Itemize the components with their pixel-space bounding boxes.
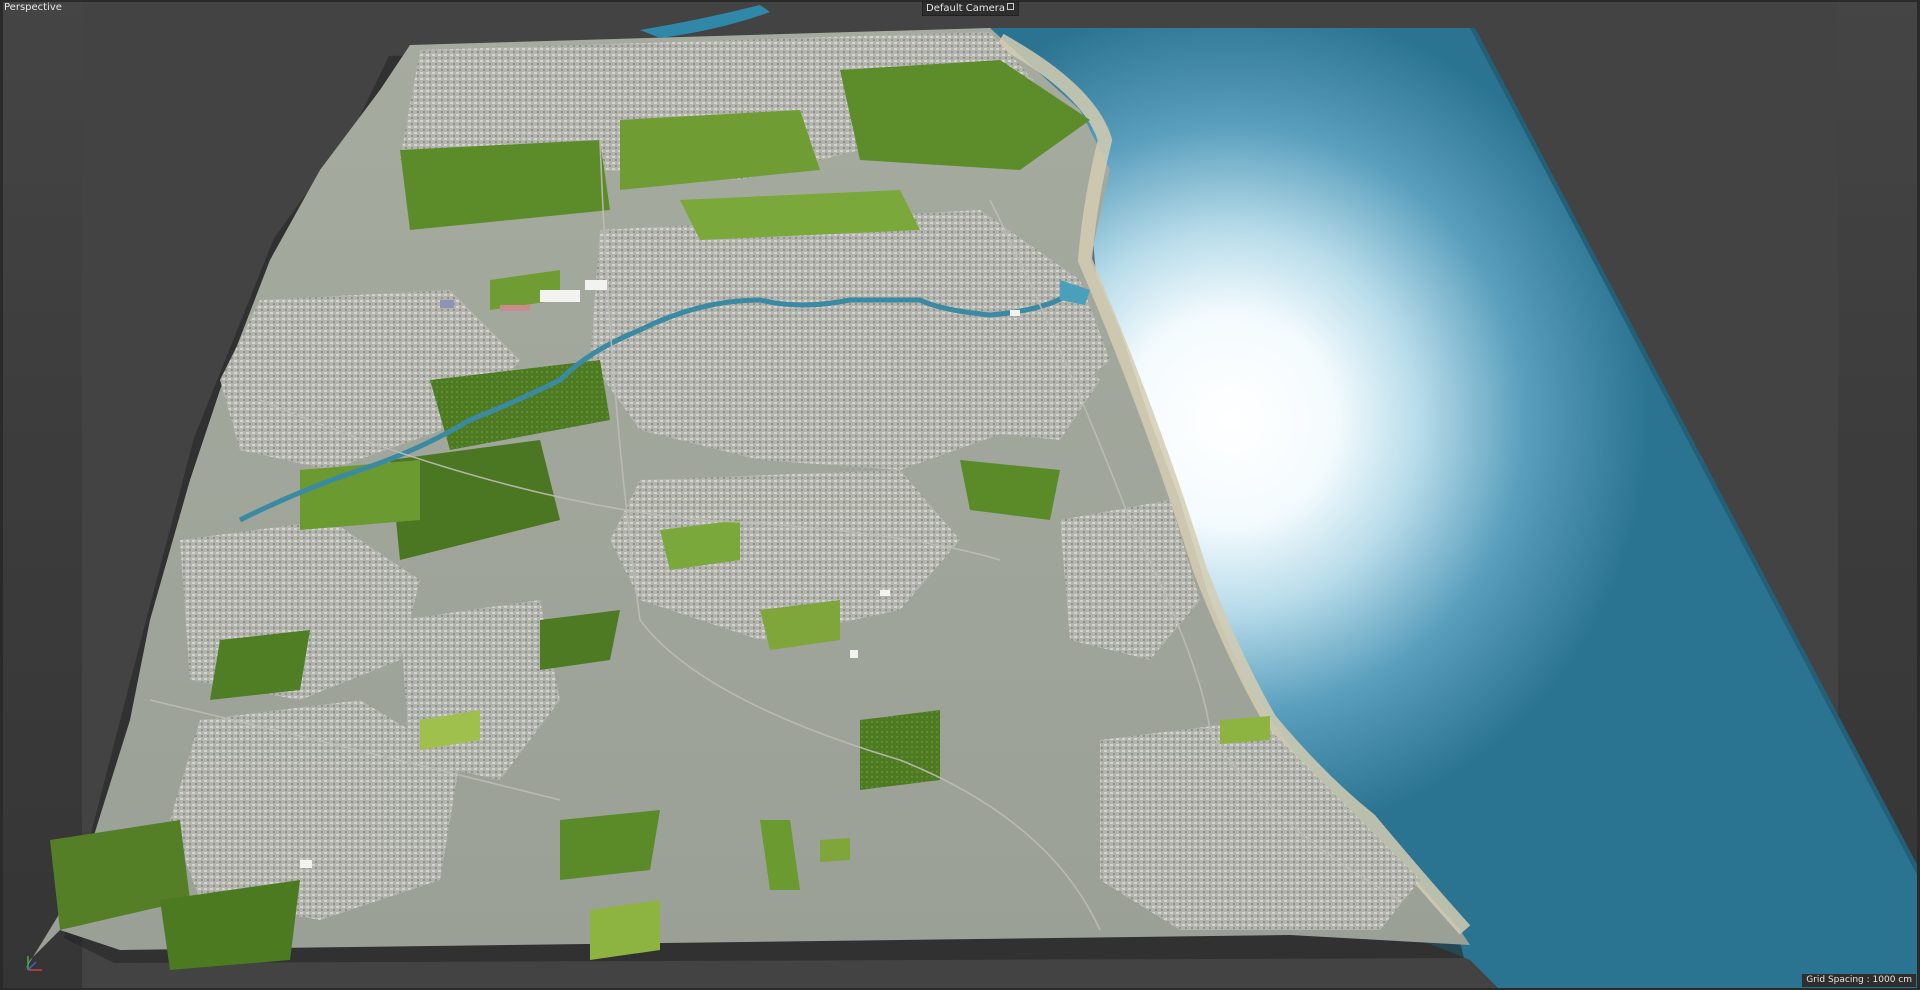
city-map-scene[interactable] [0,0,1920,990]
camera-name-label: Default Camera [926,3,1005,14]
view-name-label[interactable]: Perspective [4,1,62,14]
camera-selector[interactable]: Default Camera [922,1,1019,16]
axis-gizmo-icon [27,956,42,971]
3d-viewport[interactable]: Perspective Default Camera Grid Spacing … [0,0,1920,990]
viewport-border-left [0,0,3,990]
camera-icon [1006,3,1014,10]
grid-spacing-label: Grid Spacing : 1000 cm [1802,974,1916,987]
top-inlet [640,5,770,38]
